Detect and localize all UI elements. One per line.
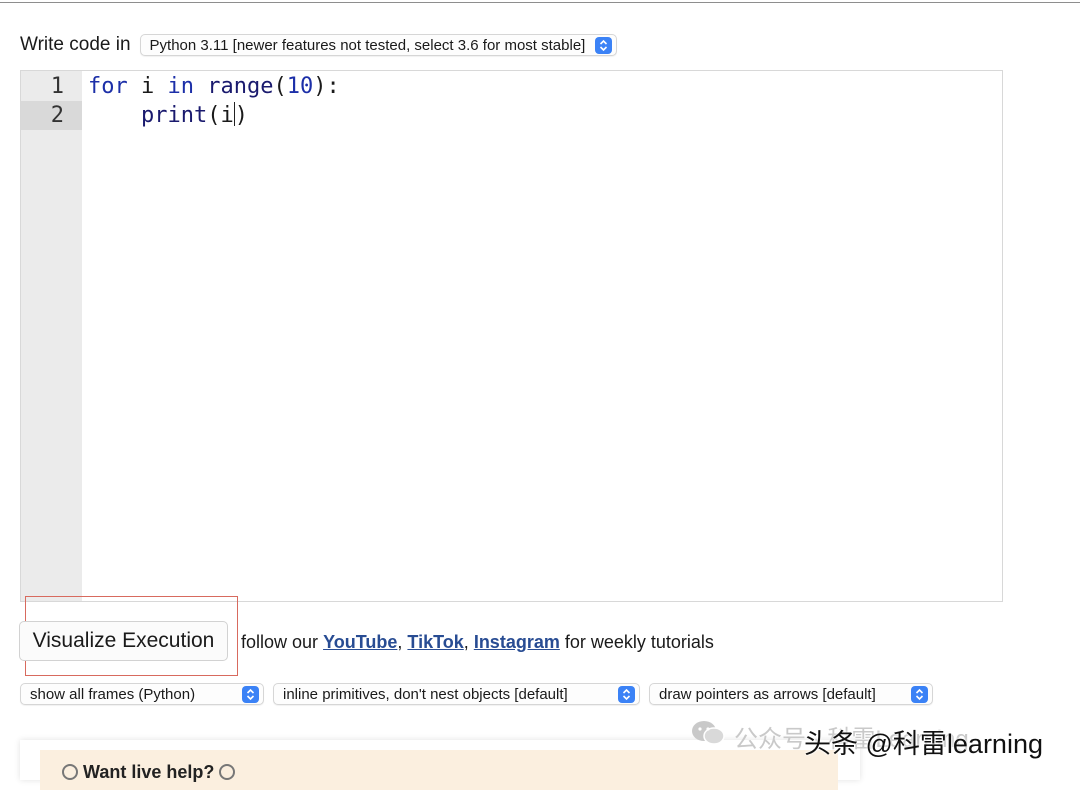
tiktok-link[interactable]: TikTok	[407, 632, 463, 652]
code-area[interactable]: for i in range(10): print(i)	[88, 72, 340, 130]
code-token: (i	[207, 103, 234, 128]
code-token: (	[273, 74, 287, 99]
chevron-up-down-icon	[595, 36, 613, 54]
code-token: i	[127, 74, 168, 99]
alarm-clock-icon	[62, 764, 78, 780]
code-token: in	[167, 74, 195, 99]
code-token: for	[88, 74, 128, 99]
help-panel-text: Want live help?	[62, 762, 236, 783]
chevron-up-down-icon	[618, 685, 635, 703]
code-token: )	[234, 103, 248, 128]
code-token: ):	[313, 74, 340, 99]
alarm-clock-icon	[219, 764, 236, 780]
pointers-select[interactable]: draw pointers as arrows [default]	[649, 683, 933, 705]
primitives-select[interactable]: inline primitives, don't nest objects [d…	[273, 683, 640, 705]
frames-select-value: show all frames (Python)	[30, 685, 196, 703]
separator: ,	[397, 632, 403, 652]
code-token: 10	[286, 74, 314, 99]
help-panel-body: Want live help?	[40, 750, 838, 790]
primitives-select-value: inline primitives, don't nest objects [d…	[283, 685, 568, 703]
instagram-link[interactable]: Instagram	[474, 632, 560, 652]
top-divider	[0, 2, 1080, 3]
language-select[interactable]: Python 3.11 [newer features not tested, …	[139, 34, 618, 56]
youtube-link[interactable]: YouTube	[323, 632, 397, 652]
code-token: range	[207, 74, 274, 99]
frames-select[interactable]: show all frames (Python)	[20, 683, 264, 705]
language-row: Write code in Python 3.11 [newer feature…	[20, 34, 618, 56]
write-code-label: Write code in	[20, 34, 131, 55]
chevron-up-down-icon	[911, 685, 928, 703]
line-number: 1	[50, 74, 64, 99]
code-line[interactable]: for i in range(10):	[88, 72, 340, 101]
wechat-icon	[690, 719, 726, 754]
watermark: 公众号 · 科雷Learning 头条 @科雷learning	[690, 716, 1043, 759]
follow-suffix: for weekly tutorials	[564, 632, 714, 652]
watermark-overlay-text: 头条 @科雷learning	[804, 729, 1043, 759]
code-editor[interactable]: 1 2 for i in range(10): print(i)	[20, 70, 1003, 602]
code-token: print	[140, 103, 208, 128]
line-number-active: 2	[21, 101, 82, 130]
help-panel-title: Want live help?	[83, 762, 215, 782]
line-number-gutter: 1 2	[21, 71, 82, 601]
options-row: show all frames (Python) inline primitiv…	[20, 683, 942, 705]
separator: ,	[463, 632, 469, 652]
language-select-value: Python 3.11 [newer features not tested, …	[149, 36, 586, 54]
follow-text: follow our YouTube, TikTok, Instagram fo…	[241, 632, 714, 653]
follow-prefix: follow our	[241, 632, 319, 652]
chevron-up-down-icon	[242, 685, 259, 703]
visualize-execution-button[interactable]: Visualize Execution	[19, 621, 228, 661]
code-line[interactable]: print(i)	[88, 101, 340, 130]
pointers-select-value: draw pointers as arrows [default]	[659, 685, 876, 703]
